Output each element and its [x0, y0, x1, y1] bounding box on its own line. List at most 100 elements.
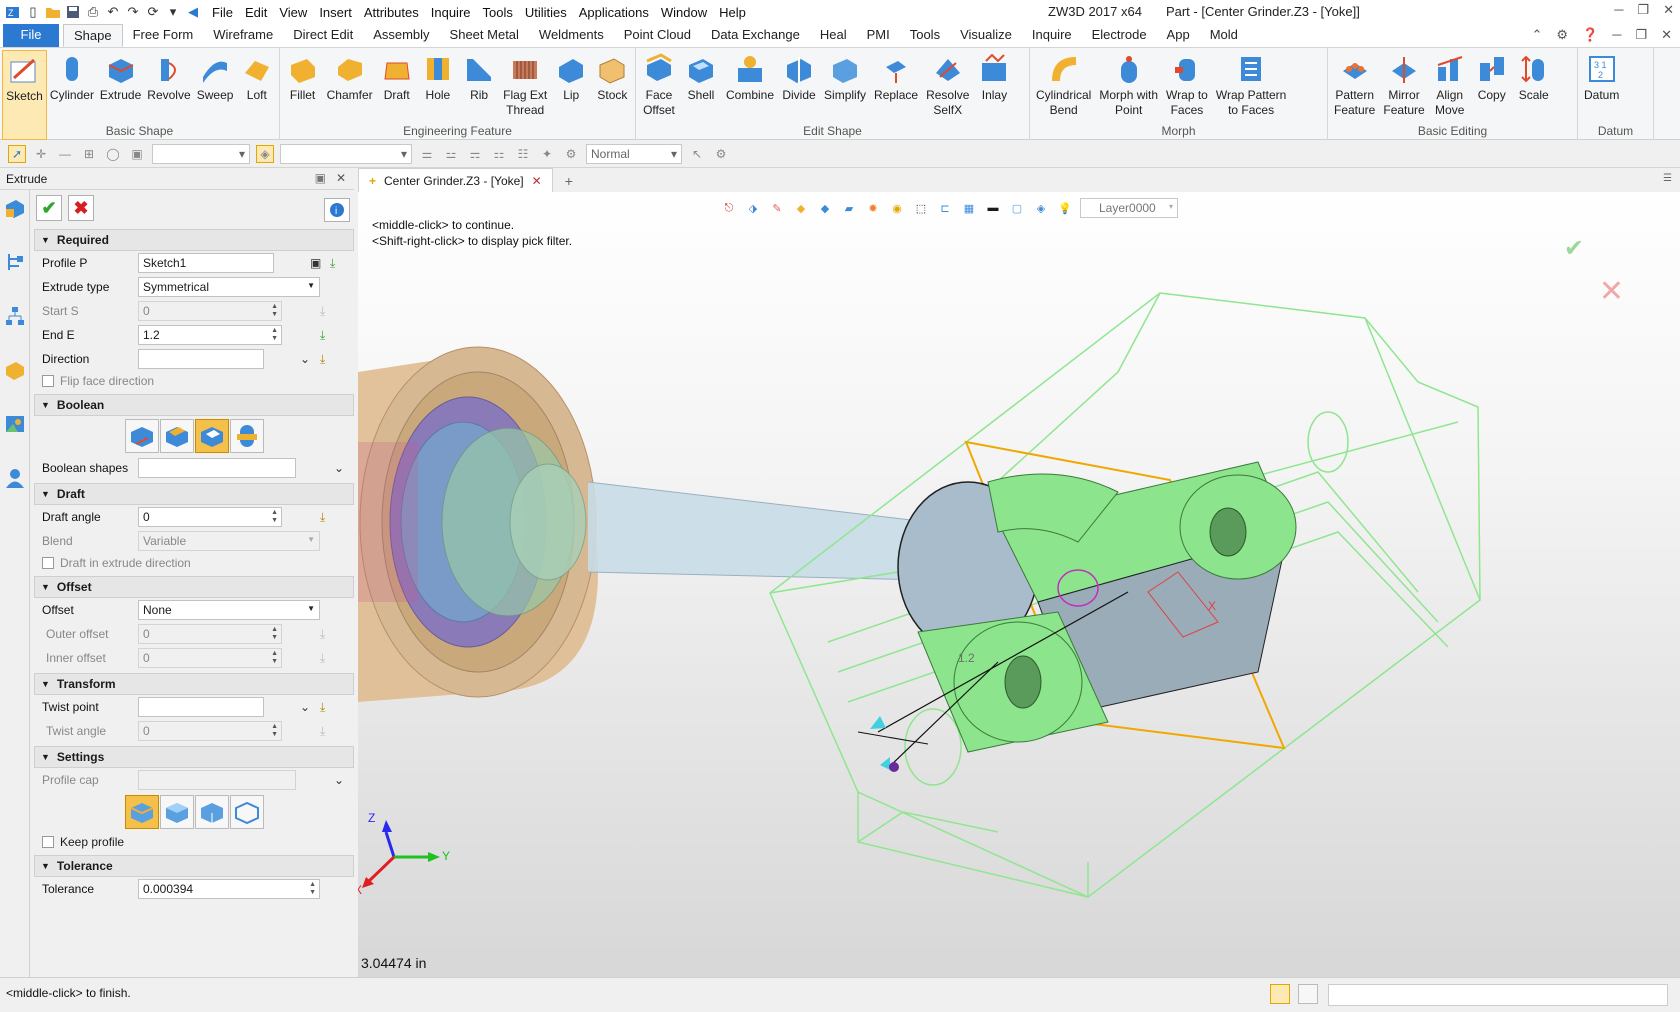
- menu-help[interactable]: Help: [713, 5, 752, 20]
- circle-filter-icon[interactable]: ◯: [104, 145, 122, 163]
- menu-inquire[interactable]: Inquire: [425, 5, 477, 20]
- gear-small-icon[interactable]: ⚙: [712, 145, 730, 163]
- profile-cap-input[interactable]: [138, 770, 296, 790]
- history-tree-icon[interactable]: [3, 250, 27, 274]
- cap-both-button[interactable]: [124, 795, 159, 829]
- back-arrow-icon[interactable]: ◀: [184, 3, 202, 21]
- zoom-window-icon[interactable]: ⬚: [912, 199, 930, 217]
- shape-filter-icon[interactable]: ◈: [256, 144, 274, 163]
- keep-profile-row[interactable]: Keep profile: [34, 832, 354, 852]
- command-input[interactable]: [1328, 984, 1668, 1006]
- pick-mode-4-icon[interactable]: ⚏: [490, 145, 508, 163]
- double-chevron-icon[interactable]: ⌄: [334, 461, 344, 475]
- user-icon[interactable]: [3, 466, 27, 490]
- collapse-ribbon-icon[interactable]: ⌃: [1531, 27, 1542, 43]
- tab-free-form[interactable]: Free Form: [123, 24, 204, 47]
- shaded-icon[interactable]: ▰: [840, 199, 858, 217]
- menu-file[interactable]: File: [206, 5, 239, 20]
- close-tab-icon[interactable]: ✕: [532, 174, 542, 188]
- layer-combo[interactable]: Layer0000 ▾: [1080, 198, 1178, 218]
- twist-point-input[interactable]: [138, 697, 264, 717]
- minimize-icon[interactable]: ─: [1612, 27, 1621, 43]
- close-icon[interactable]: ✕: [1661, 27, 1672, 43]
- pick-mode-icon[interactable]: ⚌: [418, 145, 436, 163]
- ok-button[interactable]: ✔: [36, 195, 62, 221]
- assembly-tree-icon[interactable]: [3, 304, 27, 328]
- cursor-icon[interactable]: ↖: [688, 145, 706, 163]
- eraser-icon[interactable]: ✎: [768, 199, 786, 217]
- pick-icon[interactable]: ⤓: [320, 304, 325, 319]
- section-offset[interactable]: ▼ Offset: [34, 576, 354, 598]
- pick-icon[interactable]: ⤓: [320, 352, 325, 367]
- close-panel-icon[interactable]: ✕: [336, 171, 346, 185]
- pick-mode-5-icon[interactable]: ☷: [514, 145, 532, 163]
- tab-pmi[interactable]: PMI: [857, 24, 900, 47]
- menu-edit[interactable]: Edit: [239, 5, 273, 20]
- boolean-intersect-button[interactable]: [229, 419, 264, 453]
- part-icon[interactable]: [3, 358, 27, 382]
- tab-inquire[interactable]: Inquire: [1022, 24, 1082, 47]
- section-transform[interactable]: ▼ Transform: [34, 673, 354, 695]
- cancel-button[interactable]: ✖: [68, 195, 94, 221]
- double-chevron-icon[interactable]: ⌄: [334, 773, 344, 787]
- menu-view[interactable]: View: [273, 5, 313, 20]
- info-button[interactable]: i: [324, 198, 350, 222]
- tab-direct-edit[interactable]: Direct Edit: [283, 24, 363, 47]
- grinder-body[interactable]: [358, 346, 598, 702]
- restore-icon[interactable]: ❐: [1635, 27, 1647, 43]
- refresh-icon[interactable]: ⟳: [144, 3, 162, 21]
- boolean-base-button[interactable]: [124, 419, 159, 453]
- viewport-ok-icon[interactable]: ✔: [1564, 234, 1584, 263]
- direction-input[interactable]: [138, 349, 264, 369]
- zoom-fit-icon[interactable]: ◉: [888, 199, 906, 217]
- new-file-icon[interactable]: ▯: [24, 3, 42, 21]
- restore-icon[interactable]: ❐: [1637, 2, 1649, 18]
- pick-mode-2-icon[interactable]: ⚍: [442, 145, 460, 163]
- profile-sketch-icon[interactable]: ▣: [310, 256, 321, 270]
- pick-icon[interactable]: ⤓: [320, 724, 325, 739]
- view-cube-icon[interactable]: ◆: [792, 199, 810, 217]
- inner-offset-input[interactable]: 0 ▲ ▼: [138, 648, 282, 668]
- section-required[interactable]: ▼ Required: [34, 229, 354, 251]
- pick-icon[interactable]: ⤓: [320, 627, 325, 642]
- filter-combo-1[interactable]: ▾: [152, 143, 250, 164]
- menu-insert[interactable]: Insert: [313, 5, 358, 20]
- blend-select[interactable]: Variable ▼: [138, 531, 320, 551]
- tab-center-grinder[interactable]: + Center Grinder.Z3 - [Yoke] ✕: [358, 168, 553, 192]
- section-draft[interactable]: ▼ Draft: [34, 483, 354, 505]
- line-icon[interactable]: —: [56, 145, 74, 163]
- tab-app[interactable]: App: [1157, 24, 1200, 47]
- flip-face-checkbox[interactable]: [42, 375, 54, 387]
- tab-wireframe[interactable]: Wireframe: [203, 24, 283, 47]
- tab-shape[interactable]: Shape: [63, 24, 123, 47]
- section-tolerance[interactable]: ▼ Tolerance: [34, 855, 354, 877]
- tab-weldments[interactable]: Weldments: [529, 24, 614, 47]
- layer-filter-icon[interactable]: ▣: [128, 145, 146, 163]
- start-input[interactable]: 0 ▲ ▼: [138, 301, 282, 321]
- menu-utilities[interactable]: Utilities: [519, 5, 573, 20]
- boolean-shapes-input[interactable]: [138, 458, 296, 478]
- tab-mold[interactable]: Mold: [1200, 24, 1248, 47]
- snap-icon[interactable]: ⚙: [562, 145, 580, 163]
- cap-start-button[interactable]: [159, 795, 194, 829]
- filter-combo-2[interactable]: ▾: [280, 143, 412, 164]
- tab-list-icon[interactable]: ☰: [1663, 173, 1672, 184]
- draft-extrude-dir-checkbox[interactable]: [42, 557, 54, 569]
- pick-icon[interactable]: ⤓: [320, 700, 325, 715]
- save-icon[interactable]: [64, 3, 82, 21]
- end-input[interactable]: 1.2 ▲ ▼: [138, 325, 282, 345]
- undo-icon[interactable]: ↶: [104, 3, 122, 21]
- line-color-icon[interactable]: ▬: [984, 199, 1002, 217]
- new-tab-icon[interactable]: +: [565, 173, 573, 192]
- pick-icon[interactable]: ⤓: [320, 510, 325, 525]
- boolean-add-button[interactable]: [159, 419, 194, 453]
- 3d-viewport[interactable]: X 1.2 Z Y X <middle-click> to continue. …: [358, 192, 1680, 977]
- section-settings[interactable]: ▼ Settings: [34, 746, 354, 768]
- section-boolean[interactable]: ▼ Boolean: [34, 394, 354, 416]
- tolerance-input[interactable]: 0.000394 ▲ ▼: [138, 879, 320, 899]
- layer-view-icon[interactable]: ◈: [1032, 199, 1050, 217]
- settings-gear-icon[interactable]: ⚙: [1556, 27, 1568, 43]
- draft-angle-input[interactable]: 0 ▲ ▼: [138, 507, 282, 527]
- print-icon[interactable]: ⎙: [84, 3, 102, 21]
- close-icon[interactable]: ✕: [1663, 2, 1674, 18]
